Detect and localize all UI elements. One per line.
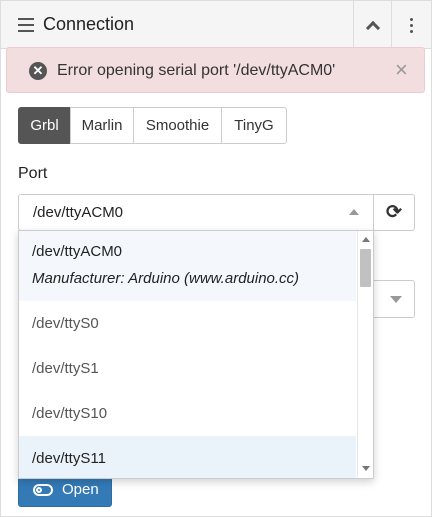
toggle-off-icon bbox=[33, 484, 53, 496]
caret-down-icon bbox=[390, 296, 402, 303]
port-option[interactable]: /dev/ttyS10 bbox=[19, 391, 356, 436]
vertical-ellipsis-icon bbox=[410, 16, 413, 34]
port-option[interactable]: /dev/ttyACM0 Manufacturer: Arduino (www.… bbox=[19, 231, 356, 301]
port-select[interactable]: /dev/ttyACM0 bbox=[18, 194, 374, 231]
port-option[interactable]: /dev/ttyS11 bbox=[19, 436, 356, 478]
connection-widget: Connection ✕ Error opening serial port '… bbox=[0, 0, 432, 517]
controller-marlin-button[interactable]: Marlin bbox=[70, 107, 134, 144]
controller-tinyg-button[interactable]: TinyG bbox=[221, 107, 287, 144]
scroll-up-arrow-icon[interactable] bbox=[362, 237, 370, 242]
alert-message: Error opening serial port '/dev/ttyACM0' bbox=[57, 62, 336, 79]
port-option-path: /dev/ttyACM0 bbox=[32, 243, 123, 260]
close-icon[interactable]: × bbox=[395, 59, 408, 81]
refresh-icon: ⟳ bbox=[386, 202, 402, 223]
controller-smoothie-button[interactable]: Smoothie bbox=[133, 107, 222, 144]
chevron-up-icon bbox=[365, 20, 380, 36]
port-selected-value: /dev/ttyACM0 bbox=[33, 204, 124, 221]
dropdown-scrollbar[interactable] bbox=[357, 231, 373, 478]
widget-header: Connection bbox=[1, 1, 431, 49]
port-dropdown-menu: /dev/ttyACM0 Manufacturer: Arduino (www.… bbox=[18, 230, 374, 479]
port-option-manufacturer: Manufacturer: Arduino (www.arduino.cc) bbox=[32, 270, 300, 287]
error-circle-icon: ✕ bbox=[29, 62, 47, 80]
hamburger-icon[interactable] bbox=[18, 18, 34, 32]
port-option[interactable]: /dev/ttyS1 bbox=[19, 346, 356, 391]
widget-title: Connection bbox=[43, 14, 135, 34]
open-button-label: Open bbox=[62, 481, 99, 498]
controller-type-group: Grbl Marlin Smoothie TinyG bbox=[18, 107, 287, 144]
controller-grbl-button[interactable]: Grbl bbox=[18, 107, 71, 144]
collapse-button[interactable] bbox=[353, 1, 391, 49]
more-options-button[interactable] bbox=[391, 1, 431, 49]
scrollbar-thumb[interactable] bbox=[360, 249, 371, 287]
scroll-down-arrow-icon[interactable] bbox=[362, 466, 370, 471]
caret-up-icon bbox=[349, 209, 359, 215]
refresh-ports-button[interactable]: ⟳ bbox=[373, 194, 415, 231]
error-alert: ✕ Error opening serial port '/dev/ttyACM… bbox=[6, 47, 425, 93]
port-label: Port bbox=[18, 165, 48, 182]
port-option[interactable]: /dev/ttyS0 bbox=[19, 301, 356, 346]
